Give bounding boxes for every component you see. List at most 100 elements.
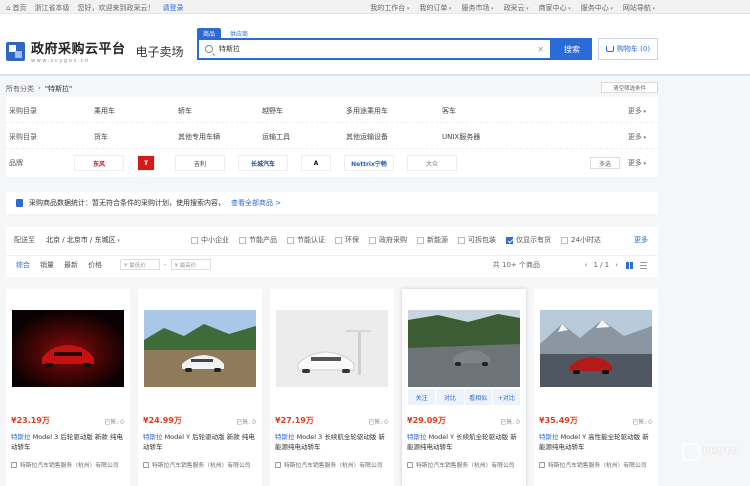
product-card[interactable]: 关注 对比 看相似 +对比 ¥29.09万 已售: 0 特斯拉 Model Y … (402, 289, 526, 486)
product-seller[interactable]: 特斯拉汽车销售服务（杭州）有限公司 (143, 460, 257, 469)
filter-option[interactable]: UNIX服务器 (442, 132, 526, 142)
topnav-site-nav[interactable]: 网站导航 (623, 3, 655, 13)
login-link[interactable]: 请登录 (162, 3, 183, 13)
checkbox-24h[interactable]: 24小时达 (561, 235, 601, 245)
watermark-text: PHOTO (703, 447, 739, 457)
search-input[interactable] (219, 45, 539, 53)
sort-price[interactable]: 价格 (88, 260, 102, 270)
product-seller[interactable]: 特斯拉汽车销售服务（杭州）有限公司 (11, 460, 125, 469)
prev-page-icon[interactable]: ‹ (585, 261, 588, 269)
topnav-workbench[interactable]: 我的工作台 (370, 3, 409, 13)
cart-button[interactable]: 购物车 (0) (598, 38, 658, 60)
delivery-region-select[interactable]: 北京 / 北京市 / 东城区 (46, 235, 151, 245)
home-link[interactable]: ⌂ 首页 (6, 3, 26, 13)
search-button[interactable]: 搜索 (552, 38, 592, 60)
checkbox-new-energy[interactable]: 新能源 (417, 235, 448, 245)
sort-newest[interactable]: 最新 (64, 260, 78, 270)
product-card[interactable]: ¥23.19万 已售: 0 特斯拉 Model 3 后轮驱动版 新款 纯电动轿车… (6, 289, 130, 486)
follow-button[interactable]: 关注 (408, 389, 436, 405)
brand-logo-a[interactable]: A (301, 155, 331, 171)
product-card[interactable]: ¥27.19万 已售: 0 特斯拉 Model 3 长续航全轮驱动版 新能源纯电… (270, 289, 394, 486)
price-max-input[interactable]: ¥ 最高价 (170, 259, 211, 270)
filter-option[interactable]: 运输工具 (262, 132, 346, 142)
breadcrumb-root[interactable]: 所有分类 (6, 84, 34, 94)
checkbox-packaging[interactable]: 可拆包装 (458, 235, 496, 245)
checkbox-gov-procurement[interactable]: 政府采购 (369, 235, 407, 245)
brand-logo-volkswagen[interactable]: 大众 (407, 155, 457, 171)
compare-button[interactable]: 对比 (436, 389, 464, 405)
filter-option[interactable]: 多用途乘用车 (346, 106, 442, 116)
sort-comprehensive[interactable]: 综合 (16, 260, 30, 270)
checkbox-box (417, 236, 424, 244)
filter-more-button[interactable]: 更多 (628, 106, 646, 116)
product-seller[interactable]: 特斯拉汽车销售服务（杭州）有限公司 (407, 460, 521, 469)
brand-logo-dongfeng[interactable]: 东风 (74, 155, 124, 171)
checkbox-box (335, 236, 342, 244)
filter-more-button[interactable]: 更多 (628, 132, 646, 142)
product-title[interactable]: 特斯拉 Model 3 长续航全轮驱动版 新能源纯电动轿车 (275, 432, 389, 452)
product-title[interactable]: 特斯拉 Model 3 后轮驱动版 新款 纯电动轿车 (11, 432, 125, 452)
toolbar-more-button[interactable]: 更多 (634, 235, 648, 245)
grid-view-icon[interactable] (626, 262, 633, 269)
product-image[interactable] (408, 310, 520, 387)
filter-option[interactable]: 客车 (442, 106, 526, 116)
similar-button[interactable]: 看相似 (464, 389, 492, 405)
watermark: PHOTO (682, 438, 742, 466)
filter-option[interactable]: 其他专用车辆 (178, 132, 262, 142)
checkbox-box-checked (506, 236, 513, 244)
product-card[interactable]: ¥35.49万 已售: 0 特斯拉 Model Y 高性能全轮驱动版 新能源纯电… (534, 289, 658, 486)
topnav-service-market[interactable]: 服务市场 (461, 3, 493, 13)
filter-row-brand: 品牌 东风 T 吉利 长城汽车 A Nettrix宁畅 大众 多选 更多 (6, 151, 658, 175)
multi-select-button[interactable]: 多选 (590, 157, 620, 169)
brand-logo-tesla[interactable]: T (137, 155, 155, 171)
checkbox-eco[interactable]: 环保 (335, 235, 359, 245)
brand-logo-nettrix[interactable]: Nettrix宁畅 (344, 155, 394, 171)
brand-logo-geely[interactable]: 吉利 (175, 155, 225, 171)
filter-more-button[interactable]: 更多 (628, 158, 646, 168)
product-title[interactable]: 特斯拉 Model Y 长续航全轮驱动版 新能源纯电动轿车 (407, 432, 521, 452)
shop-icon (275, 461, 281, 468)
logo-subtitle: 电子卖场 (135, 44, 184, 59)
product-seller[interactable]: 特斯拉汽车销售服务（杭州）有限公司 (539, 460, 653, 469)
notice-bar: 采购商品数据统计：暂无符合条件的采购计划，使用搜索内容， 查看全部商品 > (6, 192, 658, 214)
clear-search-icon[interactable]: ✕ (537, 45, 544, 54)
site-logo[interactable]: 政府采购云平台 www.zcygov.cn 电子卖场 (6, 38, 184, 64)
add-compare-button[interactable]: +对比 (492, 389, 520, 405)
product-image[interactable] (144, 310, 256, 387)
product-price: ¥24.99万 (143, 416, 182, 425)
product-sold-count: 已售: 0 (632, 419, 652, 426)
product-image[interactable] (540, 310, 652, 387)
topnav-service-center[interactable]: 服务中心 (581, 3, 613, 13)
topnav-orders[interactable]: 我的订单 (419, 3, 451, 13)
filter-option[interactable]: 越野车 (262, 106, 346, 116)
breadcrumb: 所有分类 › "特斯拉" (6, 84, 72, 94)
product-seller[interactable]: 特斯拉汽车销售服务（杭州）有限公司 (275, 460, 389, 469)
price-min-input[interactable]: ¥ 最低价 (120, 259, 160, 270)
page-indicator: 1 / 1 (593, 260, 610, 269)
filter-label: 采购目录 (9, 132, 37, 141)
checkbox-energy-cert[interactable]: 节能认证 (287, 235, 325, 245)
next-page-icon[interactable]: › (615, 261, 618, 269)
filter-option[interactable]: 其他运输设备 (346, 132, 442, 142)
product-image[interactable] (276, 310, 388, 387)
notice-link[interactable]: 查看全部商品 > (231, 198, 281, 208)
checkbox-in-stock[interactable]: 仅显示有货 (506, 235, 551, 245)
checkbox-sme[interactable]: 中小企业 (191, 235, 229, 245)
filter-label: 采购目录 (9, 106, 37, 115)
checkbox-energy-saving[interactable]: 节能产品 (239, 235, 277, 245)
filter-option[interactable]: 货车 (94, 132, 178, 142)
checkbox-box (287, 236, 294, 244)
brand-logo-great-wall[interactable]: 长城汽车 (238, 155, 288, 171)
product-card[interactable]: ¥24.99万 已售: 0 特斯拉 Model Y 后轮驱动版 新款 纯电动轿车… (138, 289, 262, 486)
region-switcher[interactable]: 浙江省本级 (34, 3, 69, 13)
product-title[interactable]: 特斯拉 Model Y 高性能全轮驱动版 新能源纯电动轿车 (539, 432, 653, 452)
list-view-icon[interactable] (640, 262, 647, 269)
filter-option[interactable]: 乘用车 (94, 106, 178, 116)
product-title[interactable]: 特斯拉 Model Y 后轮驱动版 新款 纯电动轿车 (143, 432, 257, 452)
sort-sales[interactable]: 销量 (40, 260, 54, 270)
topnav-merchant[interactable]: 商家中心 (539, 3, 571, 13)
filter-option[interactable]: 轿车 (178, 106, 262, 116)
clear-filter-button[interactable]: 清空筛选条件 (601, 82, 658, 93)
product-image[interactable] (12, 310, 124, 387)
topnav-zcy[interactable]: 政采云 (504, 3, 529, 13)
